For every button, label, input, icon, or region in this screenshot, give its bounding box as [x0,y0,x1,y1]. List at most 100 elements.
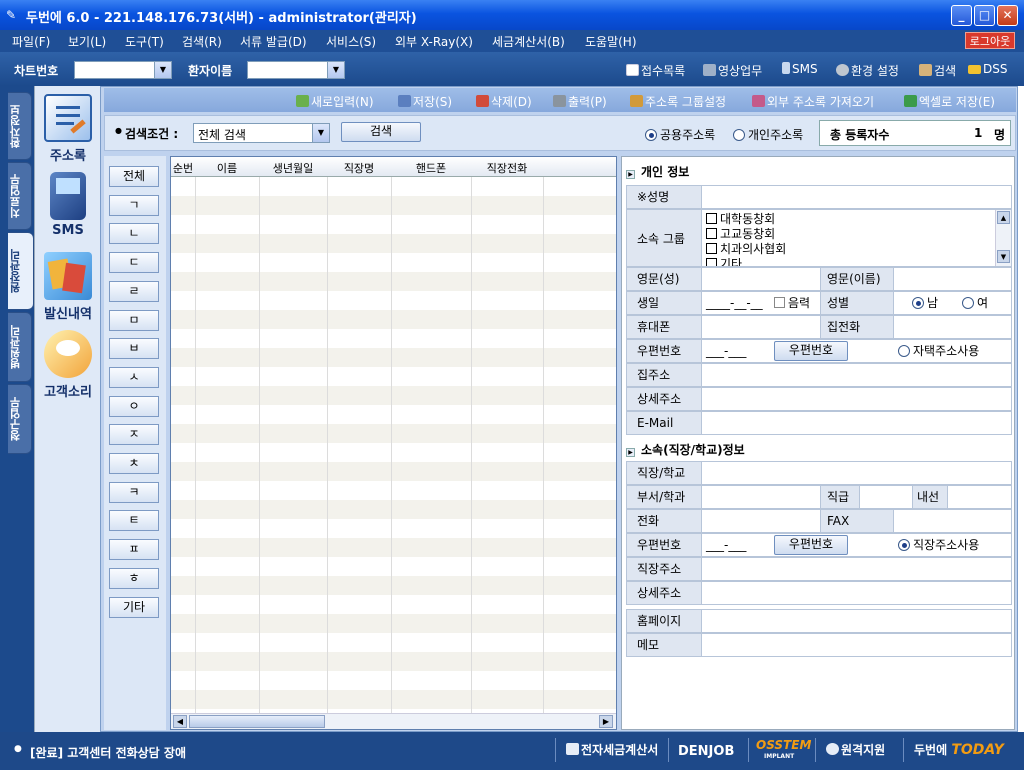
column-header[interactable]: 순번 [171,160,195,176]
memo-field[interactable] [701,633,1012,657]
work-address-radio[interactable]: 직장주소사용 [898,534,979,556]
home-address-radio[interactable]: 자택주소사용 [898,340,979,362]
sidebar-item-sent-history[interactable]: 발신내역 [35,252,101,322]
search-condition-select[interactable]: 전체 검색 ▼ [193,123,330,143]
excel-export-button[interactable]: 엑셀로 저장(E) [904,93,995,110]
table-row[interactable] [171,253,616,272]
chevron-down-icon[interactable]: ▼ [312,124,329,142]
table-row[interactable] [171,196,616,215]
menu-search[interactable]: 검색(R) [182,33,222,50]
table-row[interactable] [171,272,616,291]
private-address-radio[interactable]: 개인주소록 [733,126,803,143]
patient-name-combo[interactable]: ▼ [247,61,345,79]
dss-button[interactable]: DSS [968,62,1007,76]
group-option[interactable]: 기타 [706,257,1011,266]
column-header[interactable]: 직장전화 [471,160,543,176]
column-header[interactable]: 직장명 [327,160,391,176]
initial-filter-button[interactable]: ㄱ [109,194,159,216]
column-header[interactable]: 생년월일 [259,160,327,176]
maximize-button[interactable]: □ [974,5,995,26]
table-row[interactable] [171,291,616,310]
new-entry-button[interactable]: 새로입력(N) [296,93,374,110]
menu-documents[interactable]: 서류 발급(D) [240,33,307,50]
extension-field[interactable] [947,485,1012,509]
table-row[interactable] [171,462,616,481]
table-row[interactable] [171,576,616,595]
email-field[interactable] [701,411,1012,435]
table-row[interactable] [171,652,616,671]
table-row[interactable] [171,557,616,576]
table-row[interactable] [171,690,616,709]
initial-filter-button[interactable]: 전체 [109,166,159,187]
initial-filter-button[interactable]: ㅁ [109,309,159,331]
lunar-checkbox[interactable]: 음력 [774,292,810,314]
position-field[interactable] [859,485,913,509]
brand-logo[interactable]: 두번에 TODAY [914,741,1004,758]
initial-filter-button[interactable]: ㅊ [109,453,159,474]
save-button[interactable]: 저장(S) [398,93,452,110]
table-row[interactable] [171,500,616,519]
group-list[interactable]: 대학동창회 고교동창회 치과의사협회 기타 ▲ ▼ [701,209,1012,267]
chevron-down-icon[interactable]: ▼ [154,62,171,78]
zipcode-field[interactable]: ___-___ 우편번호 자택주소사용 [701,339,1012,363]
sidebar-item-customer-voice[interactable]: 고객소리 [35,330,101,400]
eng-last-field[interactable] [701,267,821,291]
initial-filter-button[interactable]: ㄹ [109,280,159,302]
search-button[interactable]: 검색 [919,62,956,79]
fax-field[interactable] [893,509,1012,533]
work-detail-address-field[interactable] [701,581,1012,605]
menu-service[interactable]: 서비스(S) [326,33,376,50]
homepage-field[interactable] [701,609,1012,633]
work-phone-field[interactable] [701,509,821,533]
initial-filter-button[interactable]: 기타 [109,596,159,618]
scroll-left-icon[interactable]: ◀ [173,715,187,728]
chevron-down-icon[interactable]: ▼ [327,62,344,78]
menu-file[interactable]: 파일(F) [12,33,50,50]
menu-tools[interactable]: 도구(T) [125,33,164,50]
initial-filter-button[interactable]: ㄷ [109,252,159,274]
search-submit-button[interactable]: 검색 [341,122,421,142]
horizontal-scrollbar[interactable]: ◀ ▶ [171,713,616,729]
reception-list-button[interactable]: 접수목록 [626,62,685,79]
group-option[interactable]: 고교동창회 [706,227,1011,242]
remote-support-button[interactable]: 원격지원 [826,741,885,758]
table-row[interactable] [171,595,616,614]
table-row[interactable] [171,481,616,500]
scroll-up-icon[interactable]: ▲ [997,211,1010,224]
tab-treatment[interactable]: 치료업무 [8,162,32,230]
tab-director[interactable]: 원장관리 [8,232,34,310]
initial-filter-button[interactable]: ㅅ [109,366,159,388]
table-row[interactable] [171,538,616,557]
chart-no-combo[interactable]: ▼ [74,61,172,79]
osstem-logo[interactable]: OSSTEM [756,738,811,752]
table-row[interactable] [171,348,616,367]
eng-first-field[interactable] [893,267,1012,291]
male-radio[interactable]: 남 [912,292,938,314]
detail-address-field[interactable] [701,387,1012,411]
table-row[interactable] [171,519,616,538]
table-row[interactable] [171,386,616,405]
table-row[interactable] [171,367,616,386]
table-row[interactable] [171,177,616,196]
home-phone-field[interactable] [893,315,1012,339]
menu-help[interactable]: 도움말(H) [585,33,637,50]
imaging-button[interactable]: 영상업무 [703,62,762,79]
tax-invoice-button[interactable]: 전자세금계산서 [566,741,658,758]
initial-filter-button[interactable]: ㄴ [109,223,159,245]
vertical-scrollbar[interactable]: ▲ ▼ [995,210,1011,266]
public-address-radio[interactable]: 공용주소록 [645,126,715,143]
initial-filter-button[interactable]: ㅇ [109,395,159,417]
table-row[interactable] [171,405,616,424]
work-zipcode-field[interactable]: ___-___ 우편번호 직장주소사용 [701,533,1012,557]
scroll-right-icon[interactable]: ▶ [599,715,613,728]
tab-patient-info[interactable]: 환자정보 [8,92,32,160]
table-row[interactable] [171,329,616,348]
import-button[interactable]: 외부 주소록 가져오기 [752,93,874,110]
work-address-field[interactable] [701,557,1012,581]
delete-button[interactable]: 삭제(D) [476,93,532,110]
table-row[interactable] [171,671,616,690]
logout-button[interactable]: 로그아웃 [965,32,1015,49]
group-settings-button[interactable]: 주소록 그룹설정 [630,93,726,110]
group-option[interactable]: 치과의사협회 [706,242,1011,257]
scrollbar-thumb[interactable] [189,715,325,728]
